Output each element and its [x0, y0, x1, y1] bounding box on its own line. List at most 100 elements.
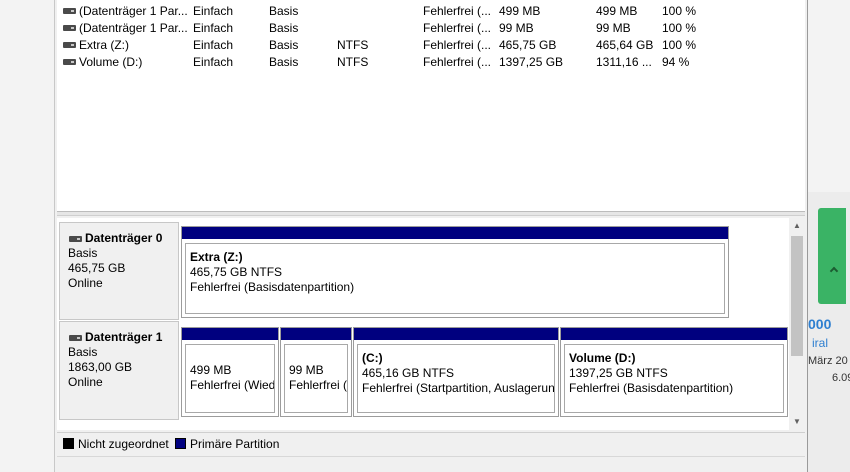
disk-0-type: Basis: [68, 246, 98, 260]
disk-0-name: Datenträger 0: [85, 231, 163, 245]
primary-partition-bar: [281, 328, 351, 340]
disk-1-size: 1863,00 GB: [68, 360, 133, 374]
volume-filesystem: NTFS: [337, 55, 369, 69]
volume-name: (Datenträger 1 Par...: [79, 4, 188, 18]
volume-status: Fehlerfrei (...: [423, 4, 492, 18]
volume-filesystem: NTFS: [337, 38, 369, 52]
volume-free-percent: 100 %: [662, 38, 697, 52]
volume-status: Fehlerfrei (...: [423, 55, 492, 69]
partition-status: Fehlerfrei (Startpartition, Auslagerun: [362, 381, 555, 395]
volume-free: 99 MB: [596, 21, 631, 35]
clock-date: März 20: [808, 355, 848, 367]
partition-efi[interactable]: 99 MB Fehlerfrei (: [280, 327, 352, 417]
background-right: 000 iral März 20 6.09: [808, 0, 850, 472]
partition-system-c[interactable]: (C:) 465,16 GB NTFS Fehlerfrei (Startpar…: [353, 327, 559, 417]
partition-title: Volume (D:): [569, 351, 636, 365]
partition-size: 1397,25 GB NTFS: [569, 366, 668, 380]
volume-status: Fehlerfrei (...: [423, 21, 492, 35]
volume-layout: Einfach: [193, 55, 234, 69]
scroll-up-arrow-icon[interactable]: ▲: [789, 218, 805, 234]
volume-capacity: 99 MB: [499, 21, 534, 35]
disk-map-scrollbar[interactable]: ▲ ▼: [789, 218, 805, 430]
primary-partition-bar: [182, 227, 728, 239]
disk-name: Datenträger 0: [68, 231, 178, 246]
scroll-thumb[interactable]: [791, 236, 803, 356]
scroll-down-arrow-icon[interactable]: ▼: [789, 414, 805, 430]
drive-icon: [69, 335, 82, 341]
partition-size: 99 MB: [289, 363, 324, 377]
disk-1-name: Datenträger 1: [85, 330, 163, 344]
drive-icon: [63, 25, 76, 31]
volume-type: Basis: [269, 21, 299, 35]
drive-icon: [63, 8, 76, 14]
volume-layout: Einfach: [193, 38, 234, 52]
tile-value: 000: [808, 316, 832, 332]
volume-list[interactable]: (Datenträger 1 Par... Einfach Basis Fehl…: [57, 0, 805, 212]
volume-free: 1311,16 ...: [596, 55, 652, 69]
primary-partition-bar: [182, 328, 278, 340]
volume-type: Basis: [269, 38, 299, 52]
disk-0-size: 465,75 GB: [68, 261, 126, 275]
volume-layout: Einfach: [193, 4, 234, 18]
partition-title: (C:): [362, 351, 383, 365]
tile-subtext: iral: [812, 336, 829, 350]
volume-row[interactable]: (Datenträger 1 Par... Einfach Basis Fehl…: [57, 20, 805, 37]
volume-capacity: 465,75 GB: [499, 38, 557, 52]
clock-time: 6.09: [832, 372, 850, 384]
legend: Nicht zugeordnet Primäre Partition: [57, 432, 805, 454]
status-bar: [57, 456, 805, 472]
partition-status: Fehlerfrei (Basisdatenpartition): [190, 280, 355, 294]
volume-row[interactable]: Extra (Z:) Einfach Basis NTFS Fehlerfrei…: [57, 37, 805, 54]
partition-details: Extra (Z:) 465,75 GB NTFS Fehlerfrei (Ba…: [185, 243, 725, 314]
volume-name: Volume (D:): [79, 55, 143, 69]
partition-size: 499 MB: [190, 363, 232, 377]
primary-partition-bar: [354, 328, 558, 340]
green-tile[interactable]: [818, 208, 846, 304]
volume-free-percent: 100 %: [662, 4, 697, 18]
volume-type: Basis: [269, 4, 299, 18]
disk-1-type: Basis: [68, 345, 98, 359]
drive-icon: [69, 236, 82, 242]
background-left: [0, 0, 54, 472]
pane-splitter[interactable]: [57, 212, 805, 216]
legend-unallocated: Nicht zugeordnet: [63, 434, 169, 454]
partition-status: Fehlerfrei (Basisdatenpartition): [569, 381, 734, 395]
partition-title: Extra (Z:): [190, 250, 243, 264]
partition-details: Volume (D:) 1397,25 GB NTFS Fehlerfrei (…: [564, 344, 784, 413]
disk-management-window: (Datenträger 1 Par... Einfach Basis Fehl…: [54, 0, 808, 472]
volume-free-percent: 100 %: [662, 21, 697, 35]
partition-size: 465,75 GB NTFS: [190, 265, 283, 279]
unallocated-swatch: [63, 438, 74, 449]
disk-1-label[interactable]: Datenträger 1 Basis 1863,00 GB Online: [59, 321, 179, 420]
volume-free: 465,64 GB: [596, 38, 654, 52]
partition-details: (C:) 465,16 GB NTFS Fehlerfrei (Startpar…: [357, 344, 555, 413]
volume-row[interactable]: (Datenträger 1 Par... Einfach Basis Fehl…: [57, 3, 805, 20]
volume-type: Basis: [269, 55, 299, 69]
primary-swatch: [175, 438, 186, 449]
volume-filesystem: [337, 3, 397, 20]
disk-map: Datenträger 0 Basis 465,75 GB Online Ext…: [57, 218, 805, 430]
volume-status: Fehlerfrei (...: [423, 38, 492, 52]
volume-capacity: 1397,25 GB: [499, 55, 564, 69]
partition-status: Fehlerfrei (Wied: [190, 378, 275, 392]
legend-primary-label: Primäre Partition: [190, 437, 280, 451]
drive-icon: [63, 42, 76, 48]
partition-extra-z[interactable]: Extra (Z:) 465,75 GB NTFS Fehlerfrei (Ba…: [181, 226, 729, 318]
partition-recovery[interactable]: 499 MB Fehlerfrei (Wied: [181, 327, 279, 417]
partition-details: 499 MB Fehlerfrei (Wied: [185, 344, 275, 413]
partition-status: Fehlerfrei (: [289, 378, 348, 392]
partition-size: 465,16 GB NTFS: [362, 366, 455, 380]
volume-row[interactable]: Volume (D:) Einfach Basis NTFS Fehlerfre…: [57, 54, 805, 71]
volume-free-percent: 94 %: [662, 55, 690, 69]
disk-0-state: Online: [68, 276, 103, 290]
volume-free: 499 MB: [596, 4, 638, 18]
disk-0-label[interactable]: Datenträger 0 Basis 465,75 GB Online: [59, 222, 179, 320]
legend-unallocated-label: Nicht zugeordnet: [78, 437, 169, 451]
primary-partition-bar: [561, 328, 787, 340]
disk-1-state: Online: [68, 375, 103, 389]
partition-details: 99 MB Fehlerfrei (: [284, 344, 348, 413]
partition-volume-d[interactable]: Volume (D:) 1397,25 GB NTFS Fehlerfrei (…: [560, 327, 788, 417]
disk-name: Datenträger 1: [68, 330, 178, 345]
volume-capacity: 499 MB: [499, 4, 541, 18]
legend-primary: Primäre Partition: [175, 434, 279, 454]
